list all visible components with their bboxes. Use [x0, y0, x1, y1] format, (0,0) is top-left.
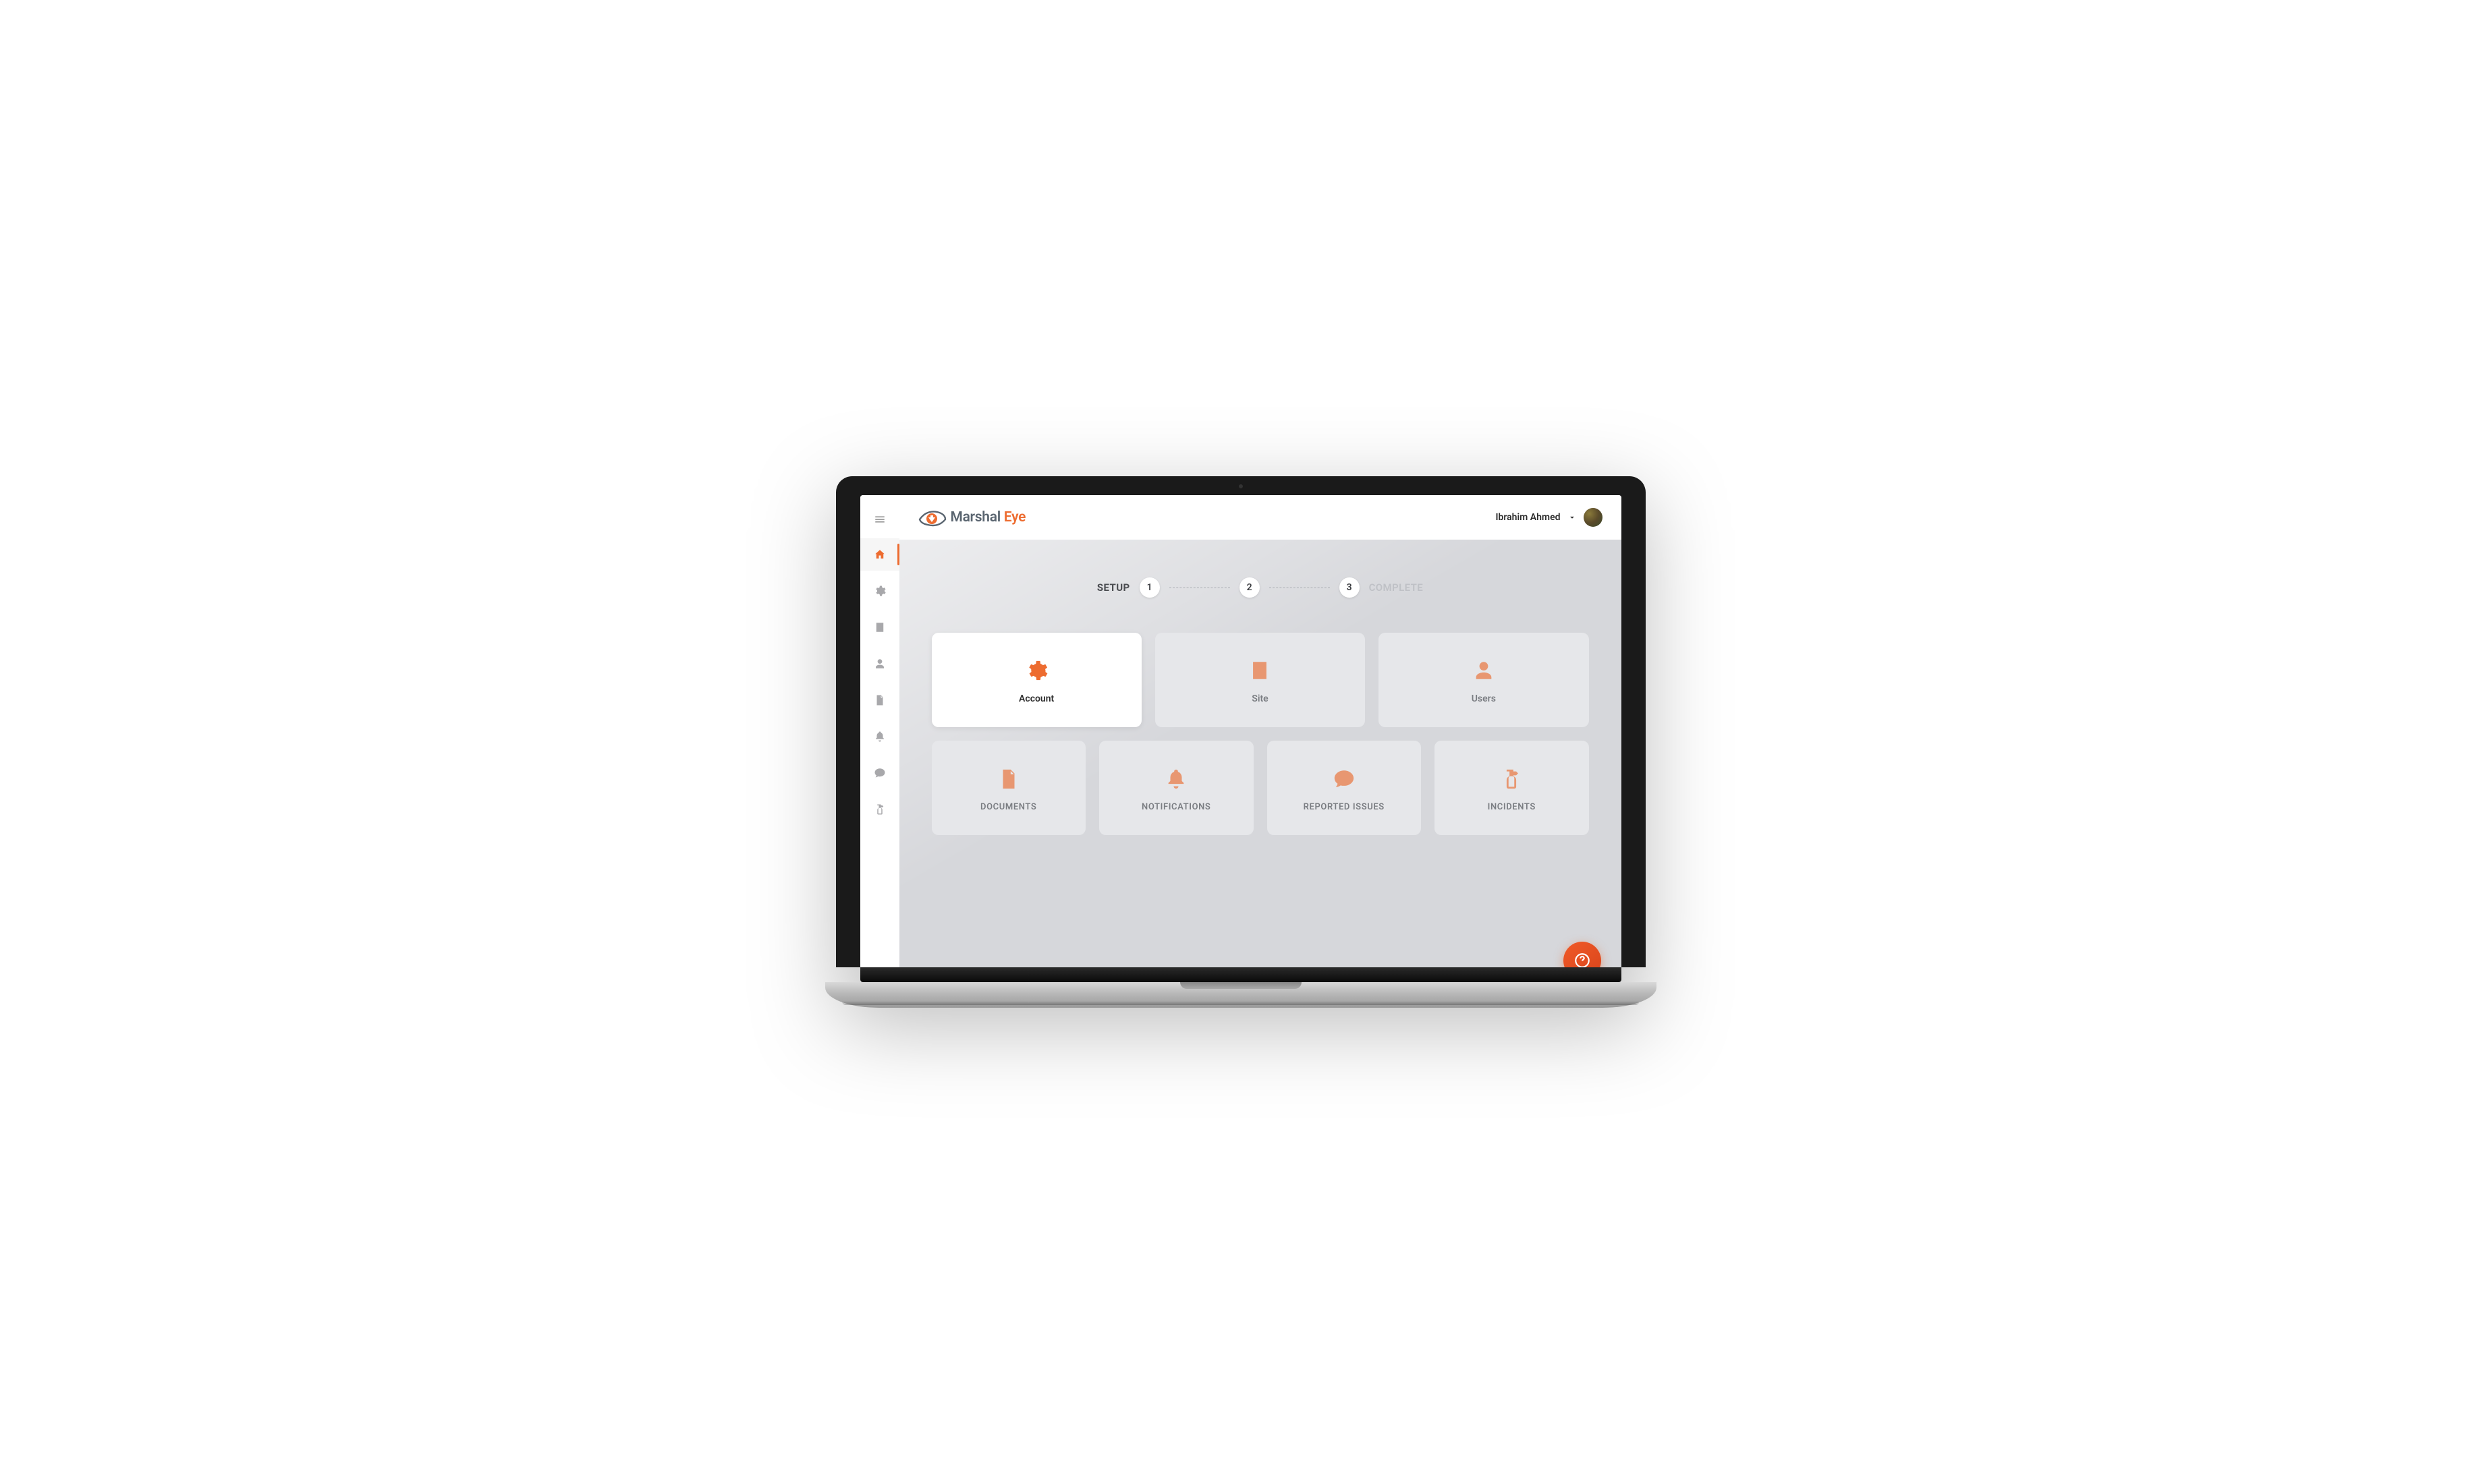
- card-account[interactable]: Account: [932, 633, 1142, 727]
- app-root: Marshal Eye Ibrahim Ahmed: [860, 495, 1621, 967]
- sidebar-item-documents[interactable]: [860, 684, 899, 716]
- card-label: REPORTED ISSUES: [1304, 802, 1385, 812]
- secondary-card-grid: DOCUMENTS NOTIFICATIONS REPORTED ISSUES: [932, 741, 1589, 835]
- gear-icon: [1025, 658, 1048, 683]
- sidebar-toggle-button[interactable]: [860, 505, 899, 534]
- card-label: INCIDENTS: [1488, 802, 1536, 812]
- chat-icon: [1333, 767, 1356, 791]
- sidebar-item-issues[interactable]: [860, 757, 899, 789]
- sidebar-item-home[interactable]: [860, 538, 899, 571]
- step-3[interactable]: 3: [1339, 577, 1360, 598]
- chat-icon: [874, 767, 886, 779]
- logo-text-part1: Marshal: [951, 509, 1001, 525]
- card-label: Site: [1252, 693, 1268, 704]
- card-label: NOTIFICATIONS: [1142, 802, 1210, 812]
- laptop-hinge: [860, 967, 1621, 982]
- card-label: Account: [1019, 693, 1054, 704]
- brand-logo[interactable]: Marshal Eye: [918, 507, 1026, 527]
- sidebar-item-settings[interactable]: [860, 575, 899, 607]
- chevron-down-icon: [1567, 513, 1577, 522]
- laptop-bezel: Marshal Eye Ibrahim Ahmed: [836, 476, 1646, 967]
- content-panel: SETUP 1 2 3 COMPLETE Account: [899, 540, 1621, 967]
- stepper-start-label: SETUP: [1097, 581, 1130, 594]
- user-avatar: [1584, 508, 1602, 527]
- bell-icon: [1165, 767, 1188, 791]
- main-area: Marshal Eye Ibrahim Ahmed: [899, 495, 1621, 967]
- stepper-end-label: COMPLETE: [1369, 581, 1424, 594]
- extinguisher-icon: [1500, 767, 1523, 791]
- primary-card-grid: Account Site Users: [932, 633, 1589, 727]
- app-header: Marshal Eye Ibrahim Ahmed: [899, 495, 1621, 540]
- building-icon: [1248, 658, 1271, 683]
- document-icon: [997, 767, 1020, 791]
- card-incidents[interactable]: INCIDENTS: [1434, 741, 1589, 835]
- bell-icon: [874, 731, 886, 743]
- card-users[interactable]: Users: [1378, 633, 1588, 727]
- laptop-base: [836, 967, 1646, 1008]
- sidebar-item-notifications[interactable]: [860, 720, 899, 753]
- logo-text: Marshal Eye: [951, 509, 1026, 525]
- card-label: DOCUMENTS: [980, 802, 1036, 812]
- sidebar-item-users[interactable]: [860, 648, 899, 680]
- menu-icon: [874, 513, 886, 525]
- setup-stepper: SETUP 1 2 3 COMPLETE: [932, 577, 1589, 598]
- user-menu-button[interactable]: Ibrahim Ahmed: [1495, 508, 1602, 527]
- help-icon: [1573, 952, 1591, 967]
- building-icon: [874, 621, 886, 633]
- logo-mark-icon: [918, 507, 947, 527]
- sidebar-nav: [860, 495, 899, 967]
- card-site[interactable]: Site: [1155, 633, 1365, 727]
- gear-icon: [874, 585, 886, 597]
- step-2[interactable]: 2: [1239, 577, 1260, 598]
- sidebar-item-sites[interactable]: [860, 611, 899, 644]
- extinguisher-icon: [874, 803, 886, 816]
- logo-text-part2: Eye: [1004, 509, 1026, 525]
- sidebar-item-incidents[interactable]: [860, 793, 899, 826]
- user-icon: [1472, 658, 1495, 683]
- document-icon: [874, 694, 886, 706]
- laptop-bottom: [825, 982, 1656, 1008]
- help-button[interactable]: [1563, 942, 1601, 967]
- user-name-label: Ibrahim Ahmed: [1495, 512, 1560, 523]
- card-documents[interactable]: DOCUMENTS: [932, 741, 1086, 835]
- home-icon: [874, 548, 886, 561]
- card-reported-issues[interactable]: REPORTED ISSUES: [1267, 741, 1422, 835]
- user-icon: [874, 658, 886, 670]
- step-1[interactable]: 1: [1140, 577, 1160, 598]
- card-label: Users: [1472, 693, 1496, 704]
- laptop-mockup: Marshal Eye Ibrahim Ahmed: [836, 476, 1646, 1008]
- card-notifications[interactable]: NOTIFICATIONS: [1099, 741, 1254, 835]
